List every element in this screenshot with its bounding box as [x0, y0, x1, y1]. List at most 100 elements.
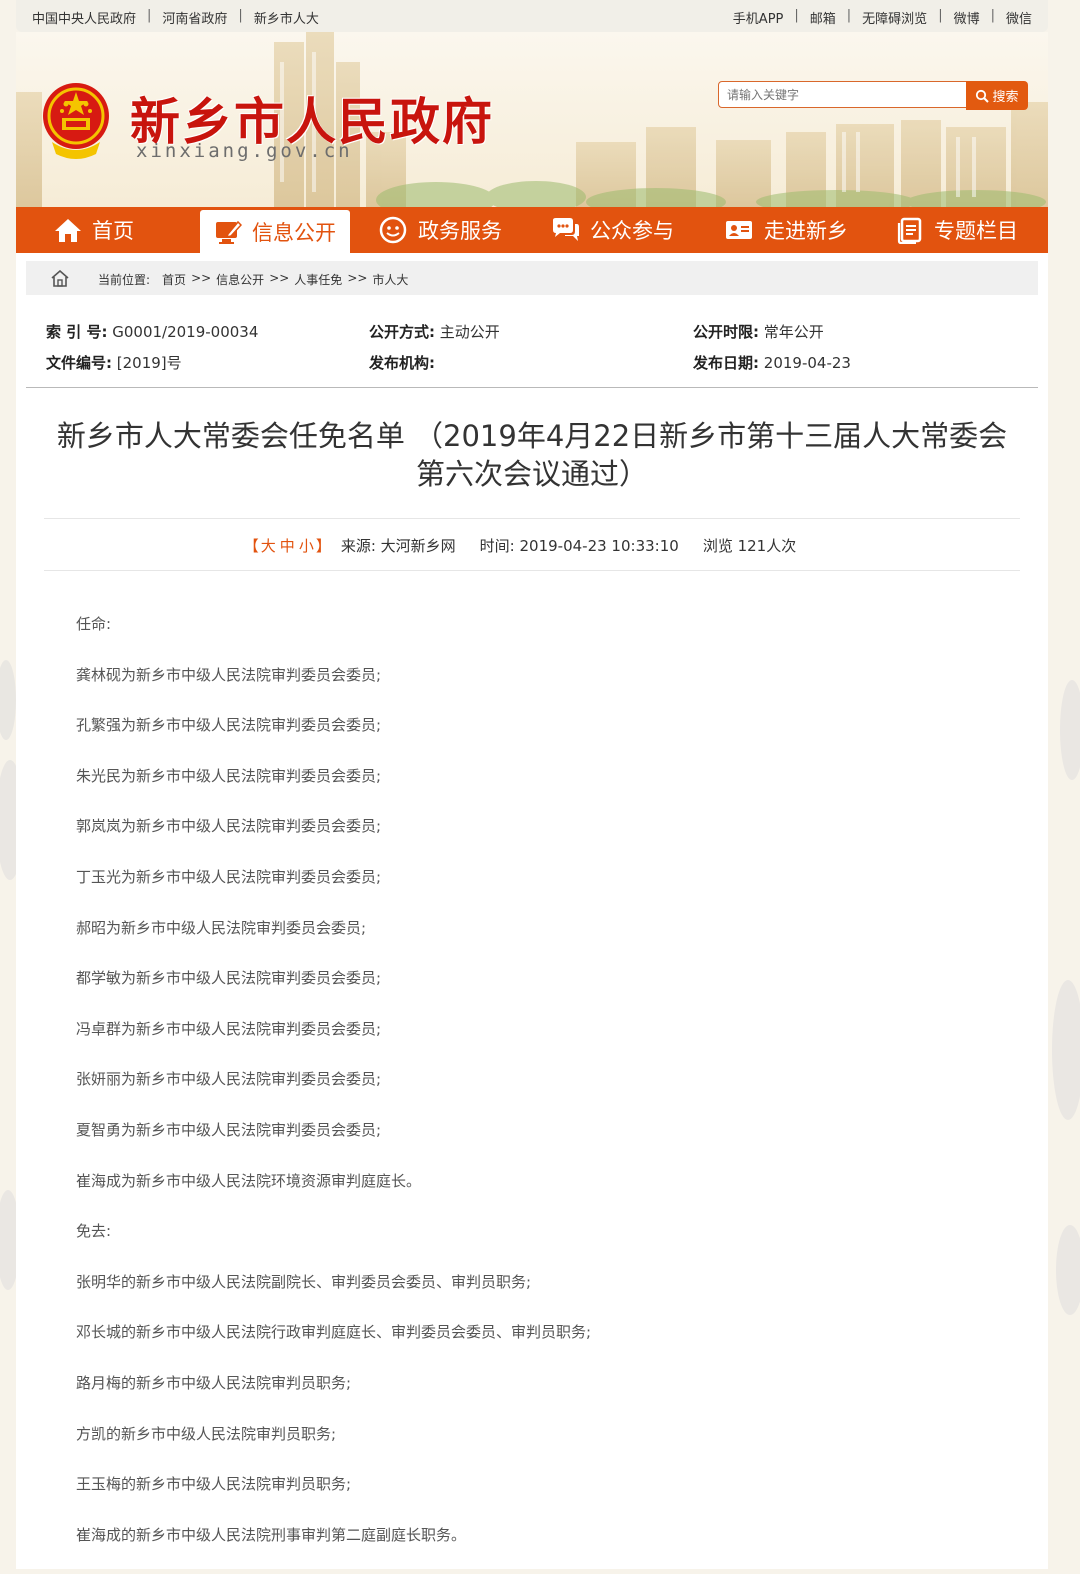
meta-index: 索 引 号: G0001/2019-00034	[46, 321, 258, 342]
paragraph: 任命:	[76, 615, 112, 633]
link-accessibility[interactable]: 无障碍浏览	[862, 8, 927, 27]
separator: |	[990, 8, 995, 23]
meta-date-value: 2019-04-23	[763, 354, 851, 372]
meta-method-label: 公开方式:	[369, 323, 435, 341]
document-icon	[897, 217, 922, 244]
paragraph: 张妍丽为新乡市中级人民法院审判委员会委员;	[76, 1070, 382, 1089]
chat-bubbles-icon	[553, 218, 579, 241]
main-nav: 首页 信息公开 政务服务 公众参与 走进新乡 专题栏目	[16, 207, 1048, 254]
paragraph: 冯卓群为新乡市中级人民法院审判委员会委员;	[76, 1019, 382, 1038]
content-panel: 当前位置: 首页 >> 信息公开 >> 人事任免 >> 市人大 索 引 号: G…	[16, 253, 1048, 1569]
article-title-line1: 新乡市人大常委会任免名单 （2019年4月22日新乡市第十三届人大常委会	[56, 419, 1008, 453]
meta-date-label: 发布日期:	[693, 354, 759, 372]
article-source: 来源: 大河新乡网	[340, 537, 456, 555]
nav-item-info-disclosure[interactable]: 信息公开	[200, 210, 350, 253]
nav-item-label: 公众参与	[590, 219, 674, 243]
font-size-medium-link[interactable]: 中	[280, 537, 295, 555]
search-icon	[976, 89, 990, 103]
link-central-gov[interactable]: 中国中央人民政府	[32, 8, 136, 27]
breadcrumb-personnel[interactable]: 人事任免	[294, 271, 342, 288]
meta-method: 公开方式: 主动公开	[369, 321, 500, 342]
meta-period-value: 常年公开	[763, 323, 824, 341]
font-size-bracket-open: 【	[243, 537, 259, 555]
link-xinxiang-npc[interactable]: 新乡市人大	[254, 8, 319, 27]
paragraph: 夏智勇为新乡市中级人民法院审判委员会委员;	[76, 1120, 382, 1139]
font-size-large-link[interactable]: 大	[261, 537, 276, 555]
breadcrumb-trail: 当前位置: 首页 >> 信息公开 >> 人事任免 >> 市人大	[98, 271, 413, 288]
breadcrumb-separator: >>	[269, 271, 290, 285]
paragraph: 郭岚岚为新乡市中级人民法院审判委员会委员;	[76, 817, 382, 836]
divider	[44, 518, 1020, 519]
paragraph: 路月梅的新乡市中级人民法院审判员职务;	[76, 1373, 352, 1392]
link-henan-gov[interactable]: 河南省政府	[162, 8, 227, 27]
meta-index-label: 索 引 号:	[46, 323, 108, 341]
national-emblem-icon	[43, 83, 109, 159]
article-time: 时间: 2019-04-23 10:33:10	[479, 537, 679, 555]
breadcrumb-info-disclosure[interactable]: 信息公开	[216, 271, 264, 288]
top-utility-bar: 中国中央人民政府 | 河南省政府 | 新乡市人大 手机APP | 邮箱 | 无障…	[16, 0, 1048, 32]
nav-item-label: 首页	[92, 219, 134, 243]
separator: |	[238, 8, 243, 23]
meta-date: 发布日期: 2019-04-23	[693, 352, 851, 373]
paragraph: 免去:	[76, 1222, 112, 1241]
breadcrumb-city-npc[interactable]: 市人大	[372, 271, 408, 288]
meta-index-value: G0001/2019-00034	[112, 323, 259, 341]
nav-item-gov-services[interactable]: 政务服务	[378, 207, 502, 253]
breadcrumb-label: 当前位置:	[98, 273, 151, 287]
meta-docno-value: [2019]号	[116, 354, 182, 372]
separator: |	[147, 8, 152, 23]
divider	[26, 387, 1038, 388]
meta-period: 公开时限: 常年公开	[693, 321, 824, 342]
meta-docno-label: 文件编号:	[46, 354, 112, 372]
paragraph: 郝昭为新乡市中级人民法院审判委员会委员;	[76, 918, 367, 937]
nav-item-public-participation[interactable]: 公众参与	[550, 207, 674, 253]
search-box: 搜索	[718, 81, 1028, 110]
nav-item-special-topics[interactable]: 专题栏目	[896, 207, 1018, 253]
meta-method-value: 主动公开	[439, 323, 500, 341]
article-info-bar: 【大中小】 来源: 大河新乡网 时间: 2019-04-23 10:33:10 …	[44, 535, 1020, 556]
article-title-line2: 第六次会议通过）	[415, 457, 648, 491]
nav-item-home[interactable]: 首页	[54, 207, 134, 253]
nav-item-label: 专题栏目	[934, 219, 1018, 243]
monitor-edit-icon	[216, 220, 242, 244]
service-icon	[379, 216, 407, 244]
id-card-icon	[726, 221, 752, 239]
paragraph: 邓长城的新乡市中级人民法院行政审判庭庭长、审判委员会委员、审判员职务;	[76, 1323, 592, 1342]
nav-item-label: 信息公开	[252, 220, 336, 245]
paragraph: 孔繁强为新乡市中级人民法院审判委员会委员;	[76, 716, 382, 735]
home-icon	[55, 219, 81, 242]
search-button[interactable]: 搜索	[966, 81, 1028, 110]
divider	[44, 570, 1020, 571]
nav-item-about-xinxiang[interactable]: 走进新乡	[724, 207, 848, 253]
separator: |	[938, 8, 943, 23]
link-mobile-app[interactable]: 手机APP	[733, 8, 784, 27]
paragraph: 张明华的新乡市中级人民法院副院长、审判委员会委员、审判员职务;	[76, 1272, 532, 1291]
search-button-label: 搜索	[992, 90, 1019, 105]
meta-docno: 文件编号: [2019]号	[46, 352, 182, 373]
breadcrumb-separator: >>	[347, 271, 368, 285]
font-size-switcher: 【大中小】	[244, 535, 331, 556]
meta-period-label: 公开时限:	[693, 323, 759, 341]
link-mailbox[interactable]: 邮箱	[810, 8, 836, 27]
paragraph: 王玉梅的新乡市中级人民法院审判员职务;	[76, 1475, 352, 1494]
link-weibo[interactable]: 微博	[954, 8, 980, 27]
breadcrumb-separator: >>	[191, 271, 212, 285]
article-views: 浏览 121人次	[702, 537, 797, 555]
article-title: 新乡市人大常委会任免名单 （2019年4月22日新乡市第十三届人大常委会 第六次…	[44, 417, 1020, 493]
paragraph: 崔海成的新乡市中级人民法院刑事审判第二庭副庭长职务。	[76, 1525, 467, 1544]
nav-item-label: 走进新乡	[764, 219, 848, 243]
search-input[interactable]	[718, 81, 974, 108]
link-wechat[interactable]: 微信	[1006, 8, 1032, 27]
service-links: 手机APP | 邮箱 | 无障碍浏览 | 微博 | 微信	[733, 8, 1032, 27]
home-icon[interactable]	[50, 270, 70, 287]
paragraph: 都学敏为新乡市中级人民法院审判委员会委员;	[76, 969, 382, 988]
paragraph: 丁玉光为新乡市中级人民法院审判委员会委员;	[76, 867, 382, 886]
breadcrumb-home[interactable]: 首页	[162, 271, 186, 288]
paragraph: 朱光民为新乡市中级人民法院审判委员会委员;	[76, 766, 382, 785]
paragraph: 龚林砚为新乡市中级人民法院审判委员会委员;	[76, 665, 382, 684]
font-size-small-link[interactable]: 小	[299, 537, 314, 555]
separator: |	[794, 8, 799, 23]
paragraph: 方凯的新乡市中级人民法院审判员职务;	[76, 1424, 337, 1443]
meta-org: 发布机构:	[369, 352, 435, 373]
article-body: 任命: 龚林砚为新乡市中级人民法院审判委员会委员; 孔繁强为新乡市中级人民法院审…	[76, 613, 1016, 1574]
